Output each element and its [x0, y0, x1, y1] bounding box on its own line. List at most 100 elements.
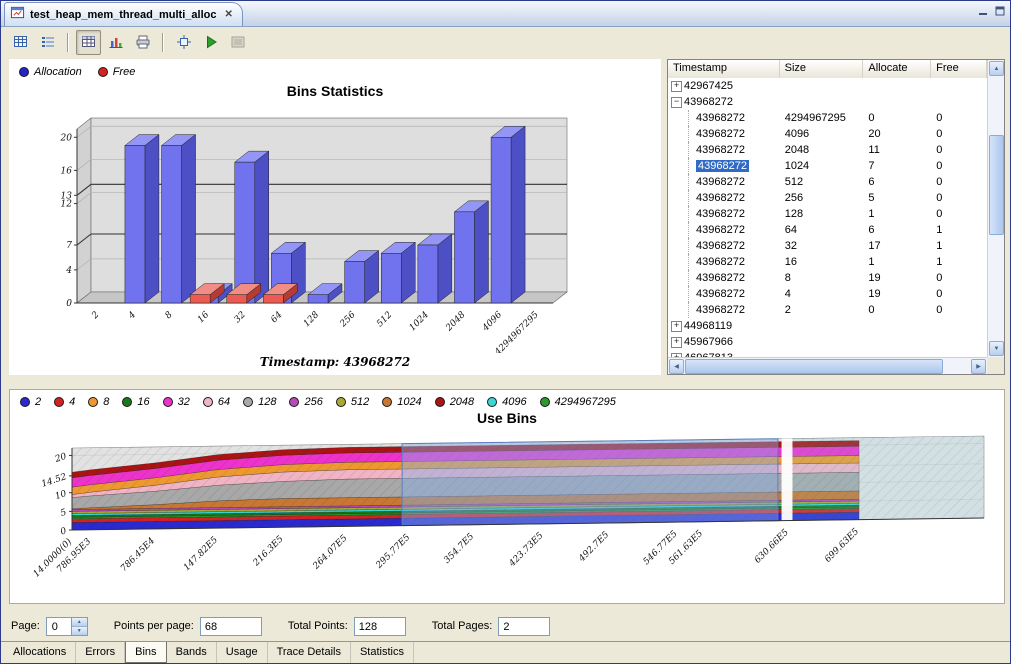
tab-trace-details[interactable]: Trace Details: [268, 642, 351, 663]
table-row[interactable]: +44968119: [668, 318, 987, 334]
horizontal-scroll-thumb[interactable]: [685, 359, 943, 374]
size-cell: 64: [780, 222, 864, 238]
points-per-page-input[interactable]: 68: [200, 617, 262, 636]
table-row[interactable]: 439682722048110: [668, 142, 987, 158]
tab-statistics[interactable]: Statistics: [351, 642, 414, 663]
timestamp-value: 44968119: [684, 320, 732, 332]
size-cell: 16: [780, 254, 864, 270]
column-header-size[interactable]: Size: [780, 60, 864, 78]
table-row[interactable]: −43968272: [668, 94, 987, 110]
svg-text:492.7E5: 492.7E5: [577, 530, 612, 565]
use-bins-chart[interactable]: 051014.522014.0000(0)786.95E3786.45E4147…: [10, 430, 1006, 602]
grid-view-icon[interactable]: [8, 30, 33, 55]
table-row[interactable]: 43968272200: [668, 302, 987, 318]
close-icon[interactable]: ✕: [224, 9, 232, 20]
table-row[interactable]: +45967966: [668, 334, 987, 350]
timestamp-cell: 43968272: [668, 302, 780, 318]
legend-label: 16: [137, 396, 149, 408]
legend-color-dot: [163, 397, 173, 407]
column-header-allocate[interactable]: Allocate: [863, 60, 931, 78]
table-row[interactable]: 439682721611: [668, 254, 987, 270]
free-cell: [931, 350, 987, 357]
tab-allocations[interactable]: Allocations: [4, 642, 76, 663]
table-row[interactable]: 43968272102470: [668, 158, 987, 174]
page-spinner-value[interactable]: 0: [47, 618, 71, 635]
table-row[interactable]: 4396827232171: [668, 238, 987, 254]
bar-chart-view-icon[interactable]: [103, 30, 128, 55]
legend-label: 2: [35, 396, 41, 408]
timestamp-value: 43968272: [696, 176, 745, 188]
legend-item: 32: [163, 396, 190, 408]
vertical-scroll-thumb[interactable]: [989, 135, 1004, 235]
column-header-free[interactable]: Free: [931, 60, 987, 78]
free-cell: 0: [931, 158, 987, 174]
svg-text:20: 20: [60, 133, 73, 143]
spin-up-icon[interactable]: ▲: [72, 618, 87, 627]
print-icon[interactable]: [130, 30, 155, 55]
bins-statistics-chart[interactable]: 0471213162024816326412825651210242048409…: [9, 105, 661, 353]
timestamp-cell: 43968272: [668, 126, 780, 142]
points-per-page-label: Points per page:: [114, 620, 194, 632]
run-icon[interactable]: [198, 30, 223, 55]
expand-toggle-icon[interactable]: +: [671, 81, 682, 92]
list-view-icon[interactable]: [35, 30, 60, 55]
timestamp-value: 43968272: [696, 160, 749, 172]
svg-text:8: 8: [164, 310, 175, 321]
snapshot-icon[interactable]: [225, 30, 250, 55]
minimize-icon[interactable]: [978, 6, 988, 16]
svg-text:4: 4: [65, 266, 72, 276]
scroll-down-icon[interactable]: ▼: [989, 341, 1004, 356]
page-spinner[interactable]: 0 ▲ ▼: [46, 617, 88, 636]
bins-table-panel: TimestampSizeAllocateFree +42967425−4396…: [667, 59, 1005, 375]
table-row[interactable]: 4396827212810: [668, 206, 987, 222]
tab-errors[interactable]: Errors: [76, 642, 125, 663]
editor-tab-title: test_heap_mem_thread_multi_alloc: [30, 9, 216, 21]
legend-color-dot: [122, 397, 132, 407]
tab-usage[interactable]: Usage: [217, 642, 268, 663]
expand-toggle-icon[interactable]: +: [671, 321, 682, 332]
table-row[interactable]: 439682726461: [668, 222, 987, 238]
free-cell: [931, 94, 987, 110]
size-cell: 2048: [780, 142, 864, 158]
bins-statistics-legend: AllocationFree: [19, 64, 135, 79]
timestamp-value: 43968272: [696, 272, 745, 284]
table-header-row: TimestampSizeAllocateFree: [668, 60, 987, 79]
table-row[interactable]: 43968272429496729500: [668, 110, 987, 126]
expand-toggle-icon[interactable]: +: [671, 337, 682, 348]
toolbar: [1, 27, 1010, 57]
table-row[interactable]: 439682724096200: [668, 126, 987, 142]
vertical-scrollbar[interactable]: ▲ ▼: [987, 60, 1004, 357]
tab-bands[interactable]: Bands: [167, 642, 217, 663]
svg-text:4: 4: [126, 310, 138, 322]
fit-window-icon[interactable]: [171, 30, 196, 55]
scroll-left-icon[interactable]: ◀: [669, 359, 684, 374]
column-header-timestamp[interactable]: Timestamp: [668, 60, 780, 78]
scrollbar-corner: [987, 357, 1004, 374]
collapse-toggle-icon[interactable]: −: [671, 97, 682, 108]
svg-text:13: 13: [61, 191, 73, 201]
timestamp-value: 42967425: [684, 80, 733, 92]
horizontal-scrollbar[interactable]: ◀ ▶: [668, 357, 987, 374]
legend-item: 512: [336, 396, 369, 408]
legend-color-dot: [20, 397, 30, 407]
table-row[interactable]: 4396827251260: [668, 174, 987, 190]
spin-down-icon[interactable]: ▼: [72, 627, 87, 635]
tab-bins[interactable]: Bins: [125, 642, 166, 663]
size-cell: [780, 78, 864, 94]
allocate-cell: 11: [863, 142, 931, 158]
legend-item: 64: [203, 396, 230, 408]
editor-tab[interactable]: test_heap_mem_thread_multi_alloc ✕: [4, 2, 243, 26]
legend-label: 256: [304, 396, 322, 408]
table-view-icon[interactable]: [76, 30, 101, 55]
table-row[interactable]: 439682724190: [668, 286, 987, 302]
table-row[interactable]: +42967425: [668, 78, 987, 94]
table-row[interactable]: 439682728190: [668, 270, 987, 286]
scroll-up-icon[interactable]: ▲: [989, 61, 1004, 76]
scroll-right-icon[interactable]: ▶: [971, 359, 986, 374]
table-row[interactable]: +46967813: [668, 350, 987, 357]
table-row[interactable]: 4396827225650: [668, 190, 987, 206]
maximize-icon[interactable]: [995, 6, 1005, 16]
legend-color-dot: [540, 397, 550, 407]
size-cell: [780, 94, 864, 110]
free-cell: 1: [931, 222, 987, 238]
